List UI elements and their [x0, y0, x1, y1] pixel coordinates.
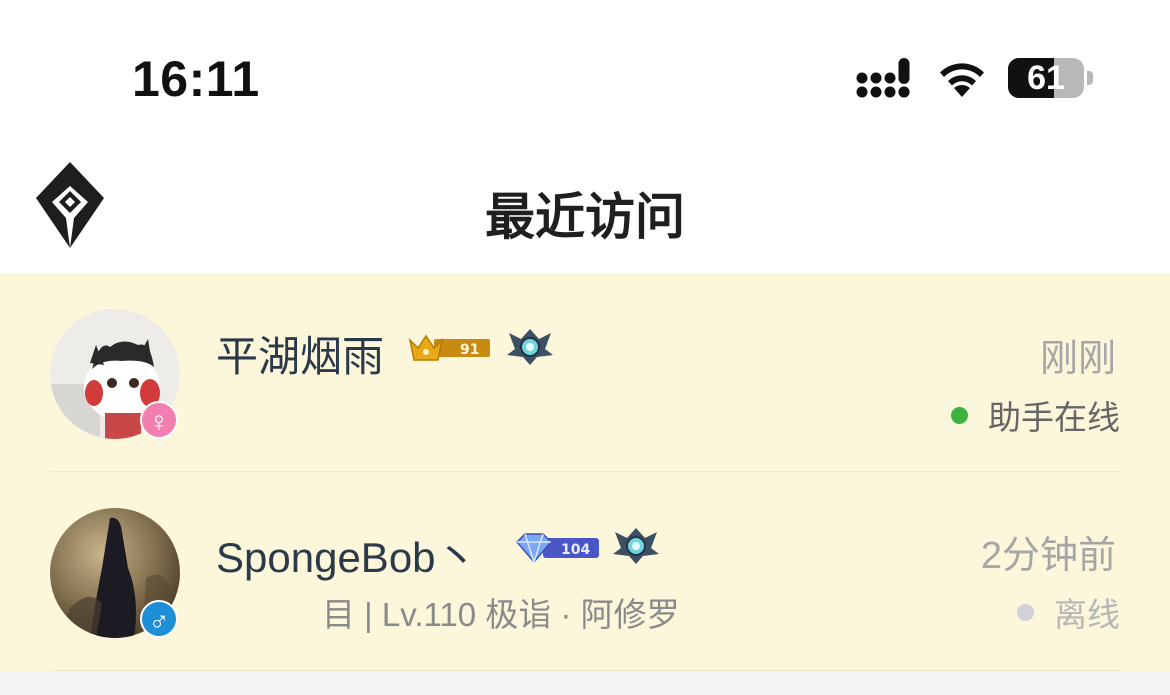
- female-gender-icon: ♀: [140, 401, 178, 439]
- status-label: 助手在线: [988, 399, 1120, 436]
- nav-bar: 最近访问: [0, 135, 1170, 273]
- divider: [50, 670, 1120, 671]
- status-label: 离线: [1054, 596, 1120, 633]
- visitor-name[interactable]: 平湖烟雨: [216, 323, 384, 384]
- visitor-game-info: 目 | Lv.110 极诣 · 阿修罗: [322, 596, 680, 633]
- visitor-name[interactable]: SpongeBob丶: [216, 524, 478, 585]
- level-badge-number: 104: [561, 542, 590, 558]
- page-title: 最近访问: [485, 189, 685, 245]
- status-dot-icon: [951, 406, 968, 424]
- online-status: 离线: [1017, 588, 1120, 636]
- list-item[interactable]: 平湖烟雨 91 刚刚 助手在线: [0, 273, 1170, 471]
- list-item[interactable]: SpongeBob丶 104 目 | Lv.110 极诣 · 阿修罗 2分钟前 …: [0, 472, 1170, 670]
- diamond-level-badge-icon: 104: [515, 533, 599, 564]
- page-background: [0, 672, 1170, 695]
- gold-crown-level-badge-icon: 91: [408, 334, 490, 361]
- rank-emblem-icon: [613, 528, 659, 564]
- visit-time: 2分钟前: [980, 535, 1116, 577]
- level-badge-number: 91: [460, 342, 479, 358]
- battery-label: 61: [1027, 59, 1065, 97]
- online-status: 助手在线: [951, 391, 1120, 439]
- signal-icon: [856, 58, 910, 98]
- status-dot-icon: [1017, 603, 1034, 621]
- rank-emblem-icon: [507, 329, 553, 365]
- wifi-icon: [940, 63, 984, 97]
- male-gender-icon: ♂: [140, 600, 178, 638]
- status-bar: 16:11 61: [0, 0, 1170, 135]
- visit-time: 刚刚: [1039, 338, 1116, 380]
- battery-icon: 61: [1008, 58, 1094, 98]
- status-time: 16:11: [132, 51, 260, 107]
